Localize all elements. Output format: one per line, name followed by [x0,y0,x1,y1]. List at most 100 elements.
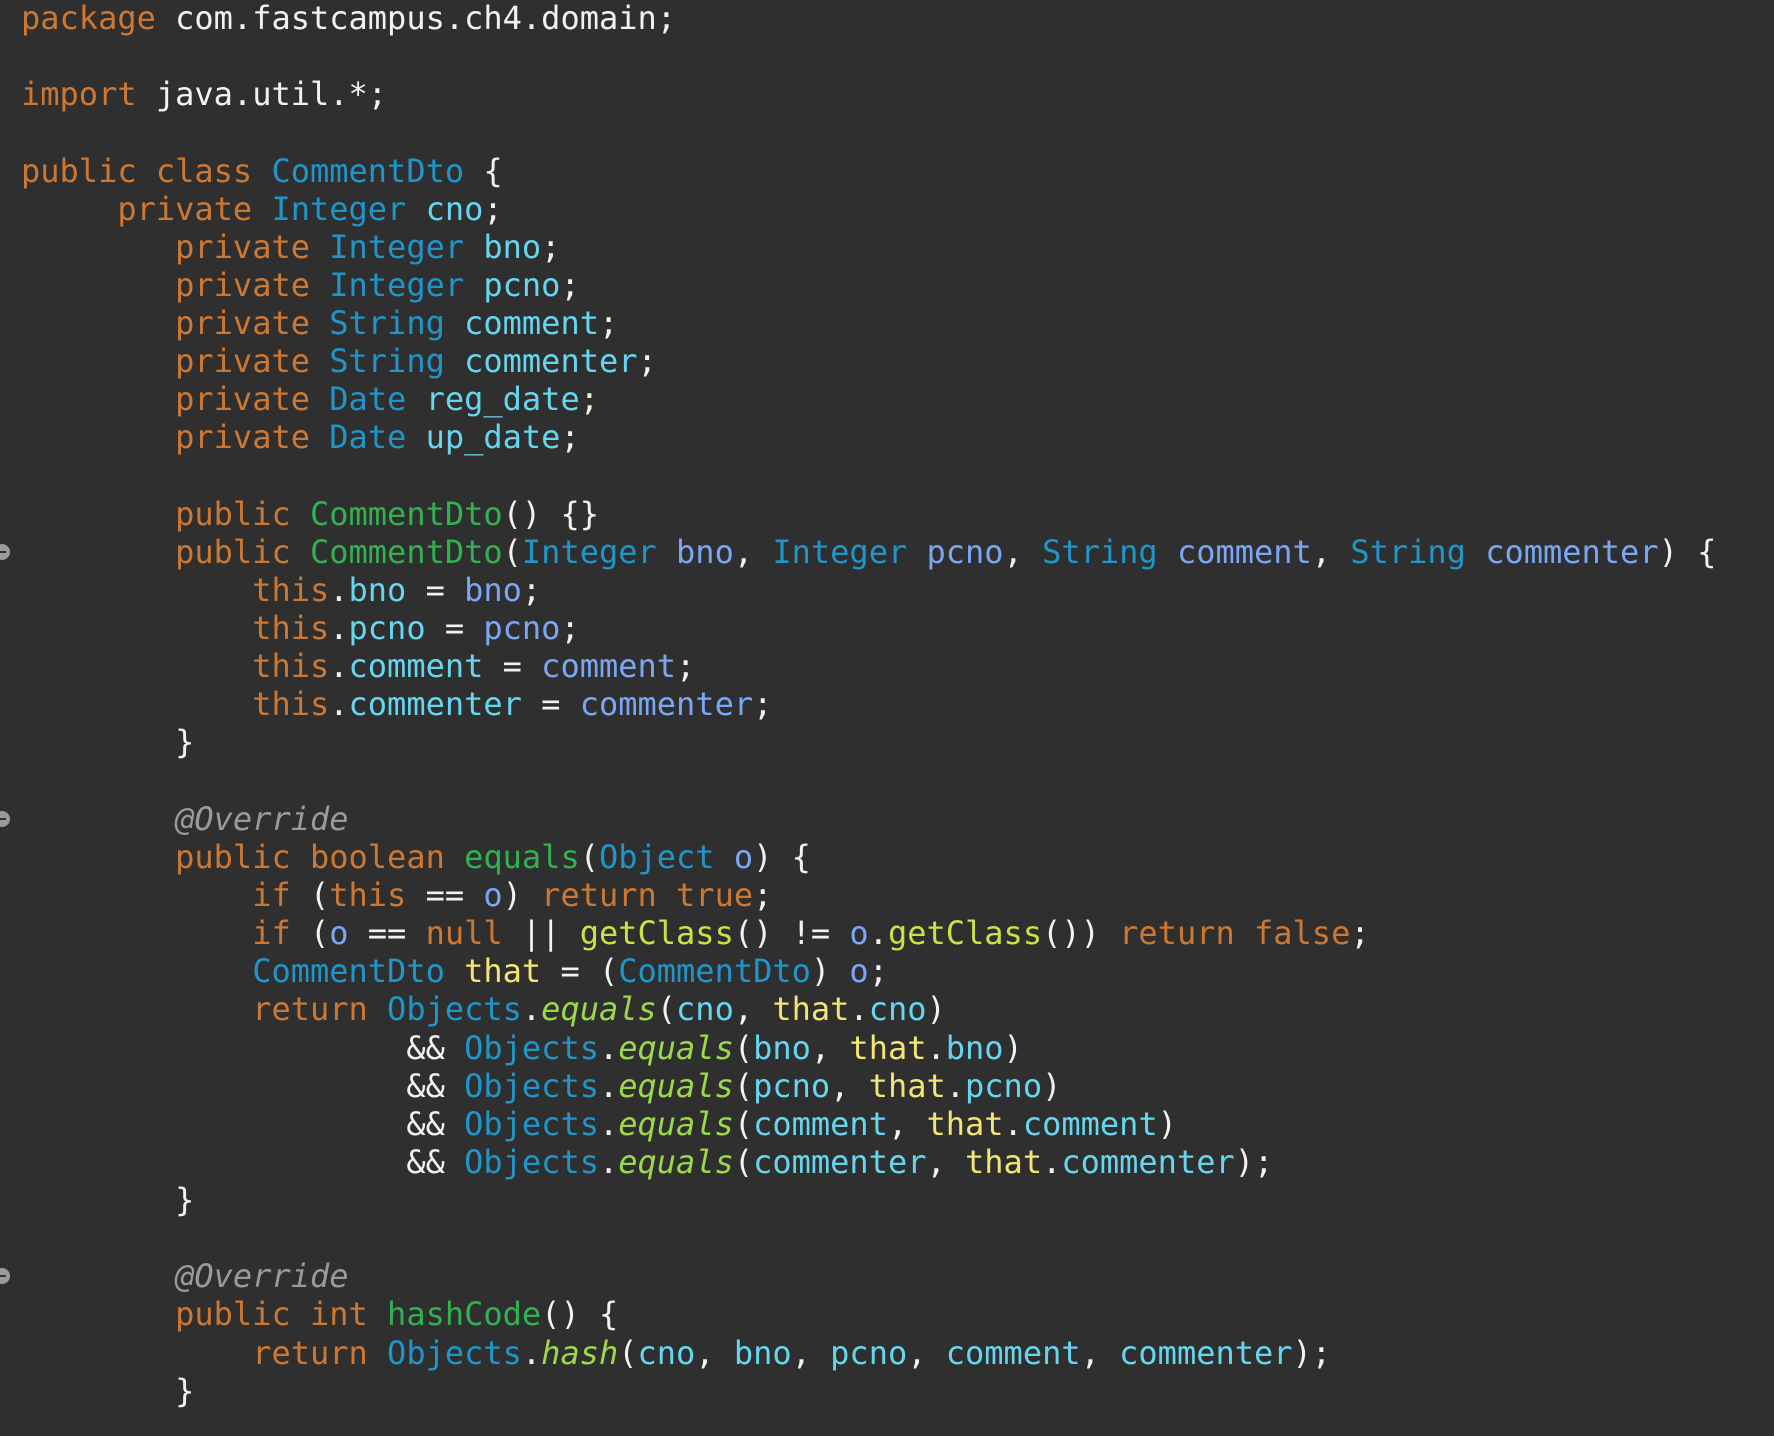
code-token: == [348,914,426,953]
code-token: = [483,647,542,686]
code-token: Integer [271,189,407,228]
code-token: equals [618,1066,734,1105]
code-token: Integer [772,532,908,571]
code-token: equals [618,1142,734,1181]
code-line: private Integer cno; [21,189,502,228]
code-token: Date [329,418,407,457]
code-token: ; [676,647,696,686]
code-token: cno [676,990,734,1029]
code-token: = [425,609,484,648]
code-token: CommentDto [618,952,811,991]
code-editor[interactable]: package com.fastcampus.ch4.domain; import… [0,0,1774,1436]
code-token: equals [541,990,657,1029]
code-token: ( [502,532,522,571]
code-token: ) [926,990,946,1029]
code-token: o [483,875,503,914]
code-token: if [252,914,291,953]
code-token: , [907,1333,946,1372]
code-token: o [849,952,869,991]
code-token: () {} [502,494,599,533]
code-token: pcno [926,532,1004,571]
code-token: . [598,1066,619,1105]
code-token: ( [290,914,330,953]
code-token: bno [945,1028,1004,1067]
code-line: return Objects.hash(cno, bno, pcno, comm… [21,1334,1331,1372]
code-token: ( [656,990,677,1029]
code-token: . [945,1066,966,1105]
code-token: cno [868,990,927,1029]
code-token: return [252,990,368,1029]
code-token: . [849,990,869,1029]
code-token: bno [483,227,542,266]
code-token: , [830,1066,869,1105]
code-line: if (this == o) return true; [21,876,772,914]
code-token: equals [464,837,580,876]
code-token: comment [541,647,677,686]
code-token: ) [1157,1104,1177,1143]
code-token: . [598,1028,619,1067]
code-token: ) { [753,837,811,876]
code-token: Object [598,837,715,876]
code-token: Objects [464,1142,599,1181]
code-token: public int [175,1295,368,1334]
code-line: @Override [21,1257,348,1295]
code-token: && [21,1142,465,1181]
code-token: private [175,380,310,419]
code-token: && [21,1066,465,1105]
code-token: , [810,1028,850,1067]
code-token: comment [1176,532,1312,571]
code-token: } [21,723,195,762]
code-token: Objects [464,1104,599,1143]
code-line: return Objects.equals(cno, that.cno) [21,990,946,1028]
code-token: commenter [1061,1142,1235,1181]
fold-collapse-icon[interactable] [0,543,10,560]
code-token: ; [560,609,580,648]
code-token: ; [753,685,773,724]
code-token: . [598,1104,619,1143]
code-token: this [252,609,330,648]
code-line: && Objects.equals(pcno, that.pcno) [21,1067,1061,1105]
code-token: , [1080,1333,1120,1372]
code-token: commenter [1119,1333,1293,1372]
code-line: public boolean equals(Object o) { [21,838,811,876]
code-token: public [175,532,291,571]
code-token: Integer [329,227,465,266]
code-token: = [521,685,580,724]
code-token: @Override [175,799,349,838]
code-token: bno [348,570,407,609]
code-token: , [695,1333,734,1372]
code-token: return false [1119,914,1351,953]
code-token: Integer [329,265,465,304]
code-token: private [175,265,310,304]
code-token: String [1350,532,1466,571]
code-token: pcno [753,1066,831,1105]
code-token: this [252,685,330,724]
code-token: () { [541,1295,619,1334]
code-token: = ( [541,952,619,991]
code-token: that [965,1142,1043,1181]
code-token: , [926,1142,966,1181]
code-line: private String comment; [21,304,618,342]
fold-collapse-icon[interactable] [0,810,10,827]
code-token: . [329,685,349,724]
fold-collapse-icon[interactable] [0,1268,10,1285]
code-token: commenter [753,1142,927,1181]
code-token: { [464,151,503,190]
